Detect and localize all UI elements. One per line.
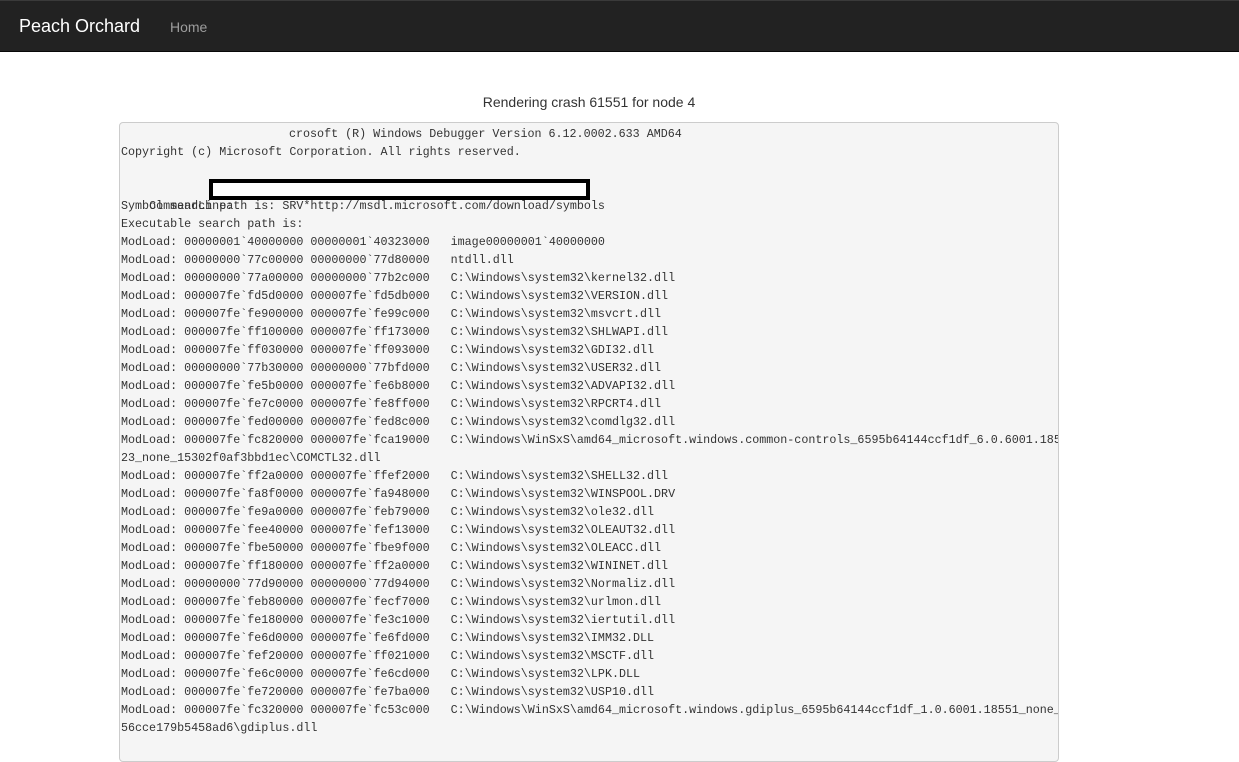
brand-link[interactable]: Peach Orchard (19, 14, 140, 38)
modload-line: ModLoad: 000007fe`fe720000 000007fe`fe7b… (121, 685, 655, 699)
nav-home-link[interactable]: Home (170, 18, 207, 36)
modload-line: ModLoad: 000007fe`fc320000 000007fe`fc53… (121, 703, 1058, 717)
modload-line: ModLoad: 000007fe`fe180000 000007fe`fe3c… (121, 613, 676, 627)
modload-line: ModLoad: 000007fe`fe5b0000 000007fe`fe6b… (121, 379, 676, 393)
modload-line: ModLoad: 000007fe`ff100000 000007fe`ff17… (121, 325, 669, 339)
modload-line: ModLoad: 00000000`77c00000 00000000`77d8… (121, 253, 514, 267)
modload-line: ModLoad: 000007fe`ff030000 000007fe`ff09… (121, 343, 655, 357)
copyright-line: Copyright (c) Microsoft Corporation. All… (121, 145, 521, 159)
navbar: Peach Orchard Home (0, 0, 1239, 52)
modload-line: ModLoad: 00000000`77d90000 00000000`77d9… (121, 577, 676, 591)
commandline-row: CommandLine: (121, 179, 1058, 213)
page-title: Rendering crash 61551 for node 4 (482, 94, 696, 110)
commandline-label: CommandLine: (149, 199, 241, 213)
modload-line: ModLoad: 000007fe`fbe50000 000007fe`fbe9… (121, 541, 662, 555)
modload-line: ModLoad: 000007fe`fee40000 000007fe`fef1… (121, 523, 676, 537)
modload-line: ModLoad: 000007fe`feb80000 000007fe`fecf… (121, 595, 662, 609)
modload-line: ModLoad: 000007fe`fe7c0000 000007fe`fe8f… (121, 397, 662, 411)
modload-line: ModLoad: 000007fe`ff2a0000 000007fe`ffef… (121, 469, 669, 483)
redacted-commandline-box (209, 179, 590, 200)
modload-line: ModLoad: 000007fe`fef20000 000007fe`ff02… (121, 649, 655, 663)
modload-line: ModLoad: 000007fe`fed00000 000007fe`fed8… (121, 415, 676, 429)
modload-line: ModLoad: 000007fe`fd5d0000 000007fe`fd5d… (121, 289, 669, 303)
modload-line: 56cce179b5458ad6\gdiplus.dll (121, 721, 318, 735)
modload-line: ModLoad: 00000001`40000000 00000001`4032… (121, 235, 605, 249)
debugger-header-line: crosoft (R) Windows Debugger Version 6.1… (289, 127, 682, 141)
modload-line: 23_none_15302f0af3bbd1ec\COMCTL32.dll (121, 451, 381, 465)
modload-line: ModLoad: 000007fe`ff180000 000007fe`ff2a… (121, 559, 669, 573)
modload-line: ModLoad: 000007fe`fa8f0000 000007fe`fa94… (121, 487, 676, 501)
modload-line: ModLoad: 00000000`77b30000 00000000`77bf… (121, 361, 662, 375)
modload-line: ModLoad: 000007fe`fe6c0000 000007fe`fe6c… (121, 667, 641, 681)
modload-line: ModLoad: 000007fe`fe900000 000007fe`fe99… (121, 307, 662, 321)
modload-line: ModLoad: 00000000`77a00000 00000000`77b2… (121, 271, 676, 285)
modload-line: ModLoad: 000007fe`fc820000 000007fe`fca1… (121, 433, 1058, 447)
executable-path-line: Executable search path is: (121, 217, 304, 231)
modload-line: ModLoad: 000007fe`fe9a0000 000007fe`feb7… (121, 505, 655, 519)
debugger-output-panel: crosoft (R) Windows Debugger Version 6.1… (119, 122, 1059, 762)
modload-line: ModLoad: 000007fe`fe6d0000 000007fe`fe6f… (121, 631, 655, 645)
